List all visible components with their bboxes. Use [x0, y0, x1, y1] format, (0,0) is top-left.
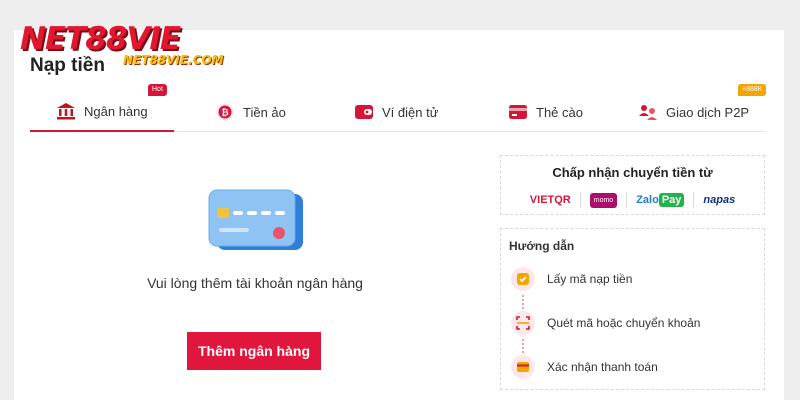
- step-connector: [522, 339, 524, 353]
- scan-icon: [511, 311, 535, 335]
- guide-step-3-label: Xác nhận thanh toán: [547, 360, 658, 374]
- guide-step-2: Quét mã hoặc chuyển khoản: [511, 310, 700, 336]
- tab-bank[interactable]: Ngân hàng Hot: [30, 84, 174, 132]
- zalopay-logo: Zalo Pay: [627, 192, 695, 208]
- step-connector: [522, 295, 524, 309]
- bank-card-illustration: [205, 188, 305, 252]
- tab-ewallet[interactable]: Ví điện tử: [354, 92, 438, 132]
- site-logo[interactable]: NET88VIE NET88VIE.COM: [20, 21, 224, 72]
- code-icon: [511, 267, 535, 291]
- guide-step-1-label: Lấy mã nạp tiền: [547, 272, 633, 286]
- tab-scratch-card-label: Thẻ cào: [536, 104, 583, 120]
- guide-step-1: Lấy mã nạp tiền: [511, 266, 632, 292]
- tab-p2p[interactable]: Giao dịch P2P +888K: [638, 84, 767, 132]
- vietqr-logo: VIETQR: [521, 192, 581, 208]
- logo-wordmark: NET88VIE: [20, 21, 181, 57]
- card-icon: [508, 102, 528, 122]
- guide-title: Hướng dẫn: [509, 239, 575, 253]
- accepted-methods-box: Chấp nhận chuyển tiền từ VIETQR momo Zal…: [500, 155, 765, 215]
- tab-ewallet-label: Ví điện tử: [382, 104, 439, 120]
- add-bank-button[interactable]: Thêm ngân hàng: [187, 332, 321, 370]
- tab-bank-label: Ngân hàng: [84, 103, 148, 119]
- tab-scratch-card[interactable]: Thẻ cào: [508, 92, 583, 132]
- wallet-icon: [354, 102, 374, 122]
- p2p-icon: [638, 102, 658, 122]
- logo-url: NET88VIE.COM: [123, 53, 224, 67]
- tab-p2p-label: Giao dịch P2P: [666, 104, 750, 120]
- bitcoin-icon: ₿: [215, 102, 235, 122]
- momo-logo: momo: [589, 192, 618, 208]
- tab-crypto[interactable]: ₿ Tiền ảo: [215, 92, 286, 132]
- bonus-badge: +888K: [738, 84, 767, 96]
- guide-step-2-label: Quét mã hoặc chuyển khoản: [547, 316, 701, 330]
- hot-badge: Hot: [148, 84, 167, 96]
- tab-crypto-label: Tiền ảo: [243, 104, 286, 120]
- deposit-tabs: Ngân hàng Hot ₿ Tiền ảo Ví điện tử Thẻ c…: [30, 84, 767, 132]
- confirm-icon: [511, 355, 535, 379]
- provider-logos: VIETQR momo Zalo Pay napas: [501, 190, 764, 210]
- accepted-methods-title: Chấp nhận chuyển tiền từ: [552, 165, 713, 180]
- guide-box: Hướng dẫn Lấy mã nạp tiền Quét mã hoặc c…: [500, 228, 765, 390]
- empty-state-message: Vui lòng thêm tài khoản ngân hàng: [147, 275, 363, 291]
- svg-text:₿: ₿: [221, 108, 228, 119]
- zalopay-logo-pay: Pay: [658, 193, 685, 207]
- bank-icon: [56, 101, 76, 121]
- zalopay-logo-zalo: Zalo: [636, 194, 659, 206]
- napas-logo: napas: [703, 194, 736, 206]
- guide-step-3: Xác nhận thanh toán: [511, 354, 658, 380]
